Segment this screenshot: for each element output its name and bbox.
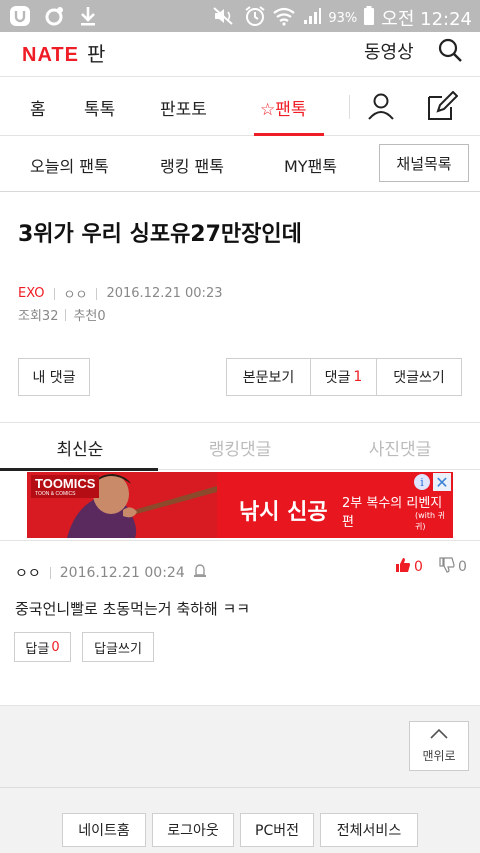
comment-sort-tabs: 최신순 랭킹댓글 사진댓글: [0, 422, 480, 471]
app-u-icon: [8, 4, 32, 28]
reply-write-button[interactable]: 답글쓰기: [82, 632, 154, 662]
comment-author: ㅇㅇ: [15, 566, 41, 582]
subnav-my-fantalk[interactable]: MY팬톡: [284, 153, 337, 177]
reply-label: 답글: [25, 641, 50, 657]
download-icon: [76, 4, 100, 28]
video-link[interactable]: 동영상: [364, 38, 414, 64]
ad-brand: TOOMICS: [35, 476, 96, 491]
meta-divider: [49, 567, 51, 579]
write-comment-button[interactable]: 댓글쓰기: [377, 359, 461, 395]
my-comment-button[interactable]: 내 댓글: [18, 358, 90, 396]
thumbs-down-icon: [439, 557, 455, 577]
ad-close-icon[interactable]: ✕: [433, 473, 451, 492]
chevron-up-icon: [429, 728, 449, 743]
ad-subtitle-2: (with 귀귀): [415, 511, 445, 531]
post-views: 조회32: [18, 309, 59, 324]
footer-nate-home[interactable]: 네이트홈: [62, 813, 146, 847]
like-button[interactable]: 0: [395, 557, 423, 577]
notification-dot-icon: [42, 4, 66, 28]
like-count: 0: [414, 559, 423, 575]
scroll-to-top-button[interactable]: 맨위로: [409, 721, 469, 771]
footer-divider: [0, 787, 480, 788]
post-author: ㅇㅇ: [63, 288, 88, 303]
post-meta: EXO ㅇㅇ 2016.12.21 00:23: [18, 284, 222, 303]
sub-nav: 오늘의 팬톡 랭킹 팬톡 MY팬톡 채널목록: [0, 136, 480, 192]
footer-pc-version[interactable]: PC버전: [240, 813, 314, 847]
thumbs-up-icon: [395, 557, 411, 577]
mute-icon: [212, 6, 238, 30]
ad-brand-sub: TOON & COMICS: [35, 491, 76, 497]
nate-pan-logo[interactable]: NATE 판: [22, 38, 105, 67]
tab-latest[interactable]: 최신순: [0, 435, 160, 460]
nav-toktok[interactable]: 톡톡: [84, 95, 115, 120]
battery-percent: 93%: [328, 10, 358, 26]
reply-count: 0: [51, 639, 60, 655]
footer-all-services[interactable]: 전체서비스: [320, 813, 418, 847]
comment-body: 중국언니빨로 초동먹는거 축하해 ㅋㅋ: [15, 600, 251, 618]
subnav-ranking-fantalk[interactable]: 랭킹 팬톡: [160, 153, 224, 177]
app-header: NATE 판 동영상: [0, 32, 480, 76]
tab-photo-comments[interactable]: 사진댓글: [320, 435, 480, 460]
post-recommend: 추천0: [73, 309, 106, 324]
logo-pan-text: 판: [86, 42, 106, 66]
ad-title: 낚시 신공: [239, 500, 328, 525]
write-icon[interactable]: [426, 90, 459, 121]
post-date: 2016.12.21 00:23: [106, 286, 223, 301]
ad-info-icon[interactable]: i: [414, 474, 430, 490]
comment-label: 댓글: [324, 370, 351, 386]
status-time: 오전 12:24: [381, 9, 472, 30]
battery-icon: [363, 6, 375, 30]
footer-logout[interactable]: 로그아웃: [152, 813, 234, 847]
dislike-button[interactable]: 0: [439, 557, 467, 577]
wifi-icon: [272, 6, 296, 30]
nav-panphoto[interactable]: 판포토: [160, 95, 207, 120]
post-button-group: 본문보기 댓글 1 댓글쓰기: [226, 358, 462, 396]
reply-button[interactable]: 답글 0: [14, 632, 71, 662]
tab-active-underline: [0, 468, 158, 471]
user-icon[interactable]: [366, 91, 396, 121]
ad-brand-logo: TOOMICS TOON & COMICS: [31, 475, 100, 498]
ad-banner[interactable]: TOOMICS TOON & COMICS 낚시 신공 2부 복수의 리벤지편 …: [27, 472, 453, 538]
main-nav: 홈 톡톡 판포토 ☆팬톡: [0, 76, 480, 136]
meta-divider: [53, 287, 55, 300]
tab-ranking-comments[interactable]: 랭킹댓글: [160, 435, 320, 460]
post-channel[interactable]: EXO: [18, 286, 45, 301]
nav-fantalk[interactable]: ☆팬톡: [260, 95, 307, 120]
divider: [0, 540, 480, 541]
search-icon[interactable]: [436, 36, 464, 64]
nav-divider: [349, 95, 350, 119]
nav-home[interactable]: 홈: [30, 95, 46, 120]
logo-nate-text: NATE: [22, 44, 79, 66]
report-bell-icon[interactable]: [193, 563, 207, 583]
dislike-count: 0: [458, 559, 467, 575]
alarm-icon: [244, 5, 266, 31]
comment-date: 2016.12.21 00:24: [59, 565, 185, 581]
subnav-today-fantalk[interactable]: 오늘의 팬톡: [30, 153, 109, 177]
view-body-button[interactable]: 본문보기: [227, 359, 311, 395]
meta-divider: [65, 308, 67, 321]
comment-button[interactable]: 댓글 1: [311, 359, 377, 395]
comment-meta: ㅇㅇ 2016.12.21 00:24: [15, 563, 207, 583]
channel-list-button[interactable]: 채널목록: [379, 144, 469, 182]
comment-count: 1: [353, 369, 363, 385]
status-bar: 93% 오전 12:24: [0, 0, 480, 32]
meta-divider: [96, 287, 98, 300]
signal-icon: [302, 6, 322, 30]
post-title: 3위가 우리 싱포유27만장인데: [18, 222, 302, 247]
post-stats: 조회32 추천0: [18, 305, 106, 324]
scroll-to-top-label: 맨위로: [422, 749, 456, 763]
